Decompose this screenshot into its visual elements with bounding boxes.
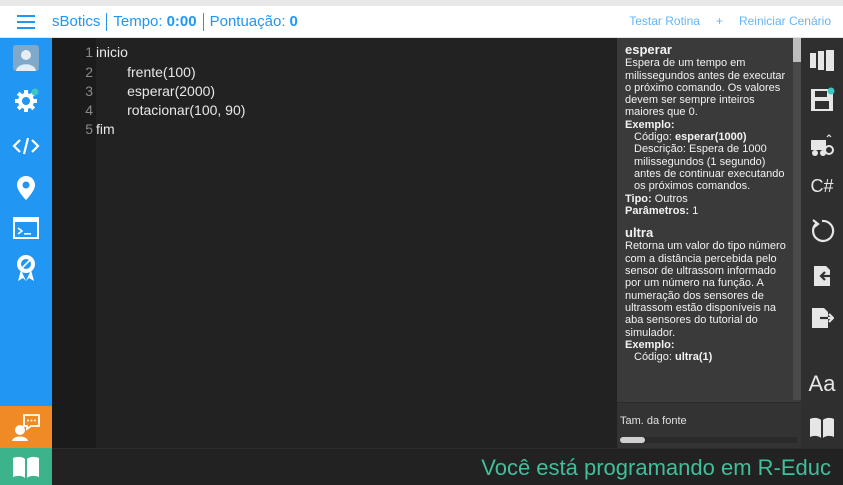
layout-panel-icon[interactable] [801, 42, 843, 78]
docs-scroll-thumb[interactable] [793, 38, 801, 62]
time-value: 0:00 [166, 13, 197, 30]
csharp-label: C# [810, 175, 834, 196]
doc-code: esperar(1000) [674, 131, 747, 144]
font-size-slider[interactable] [620, 437, 798, 443]
doc-example-code: Código: esperar(1000) [625, 131, 787, 143]
doc-example-label: Exemplo: [625, 118, 675, 131]
doc-type-value: Outros [654, 192, 688, 205]
font-size-text[interactable]: Aa [801, 366, 843, 402]
settings-gear-icon[interactable] [0, 83, 52, 119]
terminal-icon[interactable] [0, 210, 52, 246]
doc-type: Tipo: Outros [625, 193, 787, 205]
line-number: 1 [85, 44, 93, 60]
code-text[interactable]: fim [96, 121, 115, 137]
doc-params-value: 1 [692, 204, 699, 217]
csharp-text[interactable]: C# [801, 168, 843, 204]
language-status: Você está programando em R-Educ [481, 455, 831, 480]
avatar-icon[interactable] [0, 40, 52, 76]
code-line[interactable]: 1 inicio [52, 44, 128, 60]
code-text[interactable]: frente(100) [96, 64, 196, 80]
manual-book-icon[interactable] [801, 410, 843, 446]
chat-help-icon[interactable] [0, 406, 52, 448]
badge-icon[interactable] [0, 250, 52, 286]
line-number: 4 [85, 102, 93, 118]
divider [106, 12, 108, 31]
top-bar: sBotics Tempo: 0:00 Pontuação: 0 Testar … [0, 0, 843, 38]
code-line[interactable]: 2 frente(100) [52, 64, 196, 80]
score-label: Pontuação: [209, 13, 286, 30]
save-icon[interactable] [801, 82, 843, 118]
docs-content[interactable]: esperar Espera de um tempo em milissegun… [617, 38, 793, 400]
test-routine-button[interactable]: Testar Rotina [629, 14, 700, 28]
doc-desc-label: Descrição: [634, 143, 686, 156]
font-size-slider-fill[interactable] [620, 437, 645, 443]
doc-title: esperar [625, 42, 672, 57]
doc-description: Espera de um tempo em milissegundos ante… [625, 57, 786, 119]
code-line[interactable]: 4 rotacionar(100, 90) [52, 102, 245, 118]
top-actions: Testar Rotina + Reiniciar Cenário [613, 14, 831, 28]
code-text[interactable]: esperar(2000) [96, 83, 215, 99]
code-text[interactable]: rotacionar(100, 90) [96, 102, 245, 118]
divider [202, 12, 204, 31]
score-value: 0 [289, 13, 298, 30]
hamburger-menu-icon[interactable] [0, 6, 52, 38]
doc-code: ultra(1) [674, 351, 713, 364]
line-number-gutter [52, 38, 96, 448]
reset-icon[interactable] [801, 213, 843, 249]
right-toolbar: C# Aa [801, 38, 843, 448]
docs-scrollbar[interactable] [793, 38, 801, 400]
doc-type-label: Tipo: [625, 192, 652, 205]
add-button[interactable]: + [716, 14, 723, 28]
doc-params: Parâmetros: 1 [625, 205, 787, 217]
robot-settings-icon[interactable] [801, 128, 843, 164]
code-line[interactable]: 3 esperar(2000) [52, 83, 215, 99]
app-name: sBotics [52, 13, 101, 30]
restart-scenario-button[interactable]: Reiniciar Cenário [739, 14, 831, 28]
time-label: Tempo: [113, 13, 163, 30]
docs-panel: esperar Espera de um tempo em milissegun… [617, 38, 801, 448]
code-editor[interactable]: 1 inicio 2 frente(100) 3 esperar(2000) 4 … [52, 38, 617, 448]
line-number: 5 [85, 121, 93, 137]
export-icon[interactable] [801, 300, 843, 336]
code-text[interactable]: inicio [96, 44, 128, 60]
font-size-control: Tam. da fonte [617, 402, 801, 448]
doc-example-label: Exemplo: [625, 338, 675, 351]
left-sidebar [0, 38, 52, 485]
doc-code-label: Código: [634, 351, 672, 364]
book-icon[interactable] [0, 448, 52, 485]
doc-example-code: Código: ultra(1) [625, 351, 787, 363]
doc-params-label: Parâmetros: [625, 204, 690, 217]
line-number: 3 [85, 83, 93, 99]
location-pin-icon[interactable] [0, 170, 52, 206]
font-size-label: Tam. da fonte [620, 415, 687, 427]
code-icon[interactable] [0, 128, 52, 164]
code-line[interactable]: 5 fim [52, 121, 115, 137]
status-bar: Você está programando em R-Educ [52, 448, 843, 485]
font-label: Aa [808, 371, 836, 396]
doc-code-label: Código: [634, 131, 672, 144]
doc-example-desc: Descrição: Espera de 1000 milissegundos … [625, 143, 787, 192]
doc-title: ultra [625, 225, 654, 241]
import-icon[interactable] [801, 258, 843, 294]
line-number: 2 [85, 64, 93, 80]
doc-description: Retorna um valor do tipo número com a di… [625, 240, 786, 339]
